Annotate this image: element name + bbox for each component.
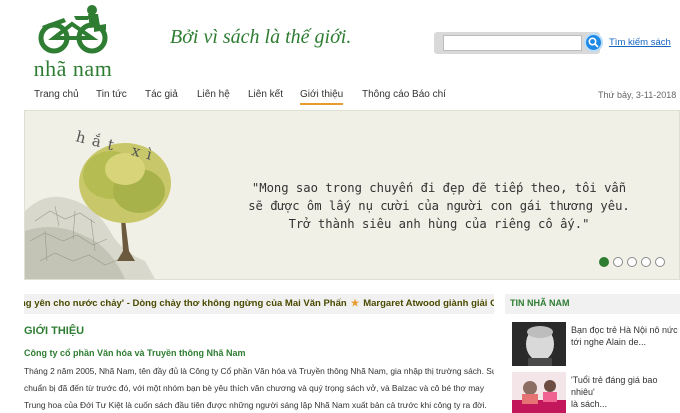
news-thumbnail[interactable] <box>512 322 566 366</box>
quote-line: sẽ được ôm lấy nụ cười của người con gái… <box>248 199 630 213</box>
logo-text: nhã nam <box>33 56 113 81</box>
star-icon: ★ <box>350 298 360 309</box>
news-thumbnail[interactable] <box>512 372 566 413</box>
nav-contact[interactable]: Liên hệ <box>197 89 230 100</box>
logo-bicycle-icon <box>38 5 108 54</box>
ticker-item[interactable]: ng yên cho nước chảy' - Dòng chảy thơ kh… <box>24 298 347 309</box>
nav-links[interactable]: Liên kết <box>248 89 283 100</box>
quote-line: Trở thành siêu anh hùng của riêng cô ấy.… <box>288 217 590 231</box>
carousel-dot[interactable] <box>613 257 623 267</box>
search-box <box>434 32 600 54</box>
nav-press-releases[interactable]: Thông cáo Báo chí <box>362 89 446 100</box>
nav-about[interactable]: Giới thiệu <box>300 89 344 105</box>
intro-paragraph-line: chuẩn bị đã đến từ trước đó, với một nhó… <box>24 383 485 393</box>
ticker-item[interactable]: Margaret Atwood giành giải German Peace … <box>363 298 494 309</box>
nha-nam-logo[interactable]: nhã nam <box>30 4 116 82</box>
main-nav: Trang chủ Tin tức Tác giả Liên hệ Liên k… <box>0 86 680 108</box>
company-title: Công ty cổ phần Văn hóa và Truyền thông … <box>24 348 246 358</box>
banner-illustration: hắt xì <box>25 127 171 279</box>
news-item[interactable]: Bạn đọc trẻ Hà Nội nô nức tới nghe Alain… <box>571 324 679 348</box>
intro-paragraph-line: Trung hoa của Đới Tư Kiệt là cuốn sách đ… <box>24 400 487 410</box>
section-title: GIỚI THIỆU <box>24 325 85 337</box>
search-books-link[interactable]: Tìm kiếm sách <box>609 37 671 48</box>
news-line: tới nghe Alain de... <box>571 337 646 347</box>
search-icon <box>588 37 599 48</box>
carousel-dot[interactable] <box>641 257 651 267</box>
search-button[interactable] <box>584 33 603 52</box>
carousel-dot[interactable] <box>599 257 609 267</box>
nav-home[interactable]: Trang chủ <box>34 89 79 100</box>
current-date: Thứ bảy, 3-11-2018 <box>598 90 677 100</box>
news-line: 'Tuổi trẻ đáng giá bao nhiêu' <box>571 375 658 397</box>
intro-paragraph-line: Tháng 2 năm 2005, Nhã Nam, tên đầy đủ là… <box>24 366 494 376</box>
nav-news[interactable]: Tin tức <box>96 89 127 100</box>
carousel-dot[interactable] <box>655 257 665 267</box>
news-line: Bạn đọc trẻ Hà Nội nô nức <box>571 325 678 335</box>
nav-authors[interactable]: Tác giả <box>145 89 178 100</box>
search-input[interactable] <box>443 35 582 51</box>
slogan: Bởi vì sách là thế giới. <box>170 26 352 48</box>
news-ticker: ng yên cho nước chảy' - Dòng chảy thơ kh… <box>24 294 494 314</box>
quote-line: "Mong sao trong chuyến đi đẹp đẽ tiếp th… <box>251 181 627 195</box>
news-item[interactable]: 'Tuổi trẻ đáng giá bao nhiêu' là sách... <box>571 374 679 410</box>
carousel-dot[interactable] <box>627 257 637 267</box>
banner-quote: "Mong sao trong chuyến đi đẹp đẽ tiếp th… <box>241 179 637 233</box>
sidebar-title: TIN NHÃ NAM <box>510 298 570 308</box>
sidebar-header: TIN NHÃ NAM <box>505 294 680 314</box>
news-line: là sách... <box>571 399 608 409</box>
hero-banner[interactable]: hắt xì "Mong sao trong chuyến đi đẹp đẽ … <box>24 110 680 280</box>
